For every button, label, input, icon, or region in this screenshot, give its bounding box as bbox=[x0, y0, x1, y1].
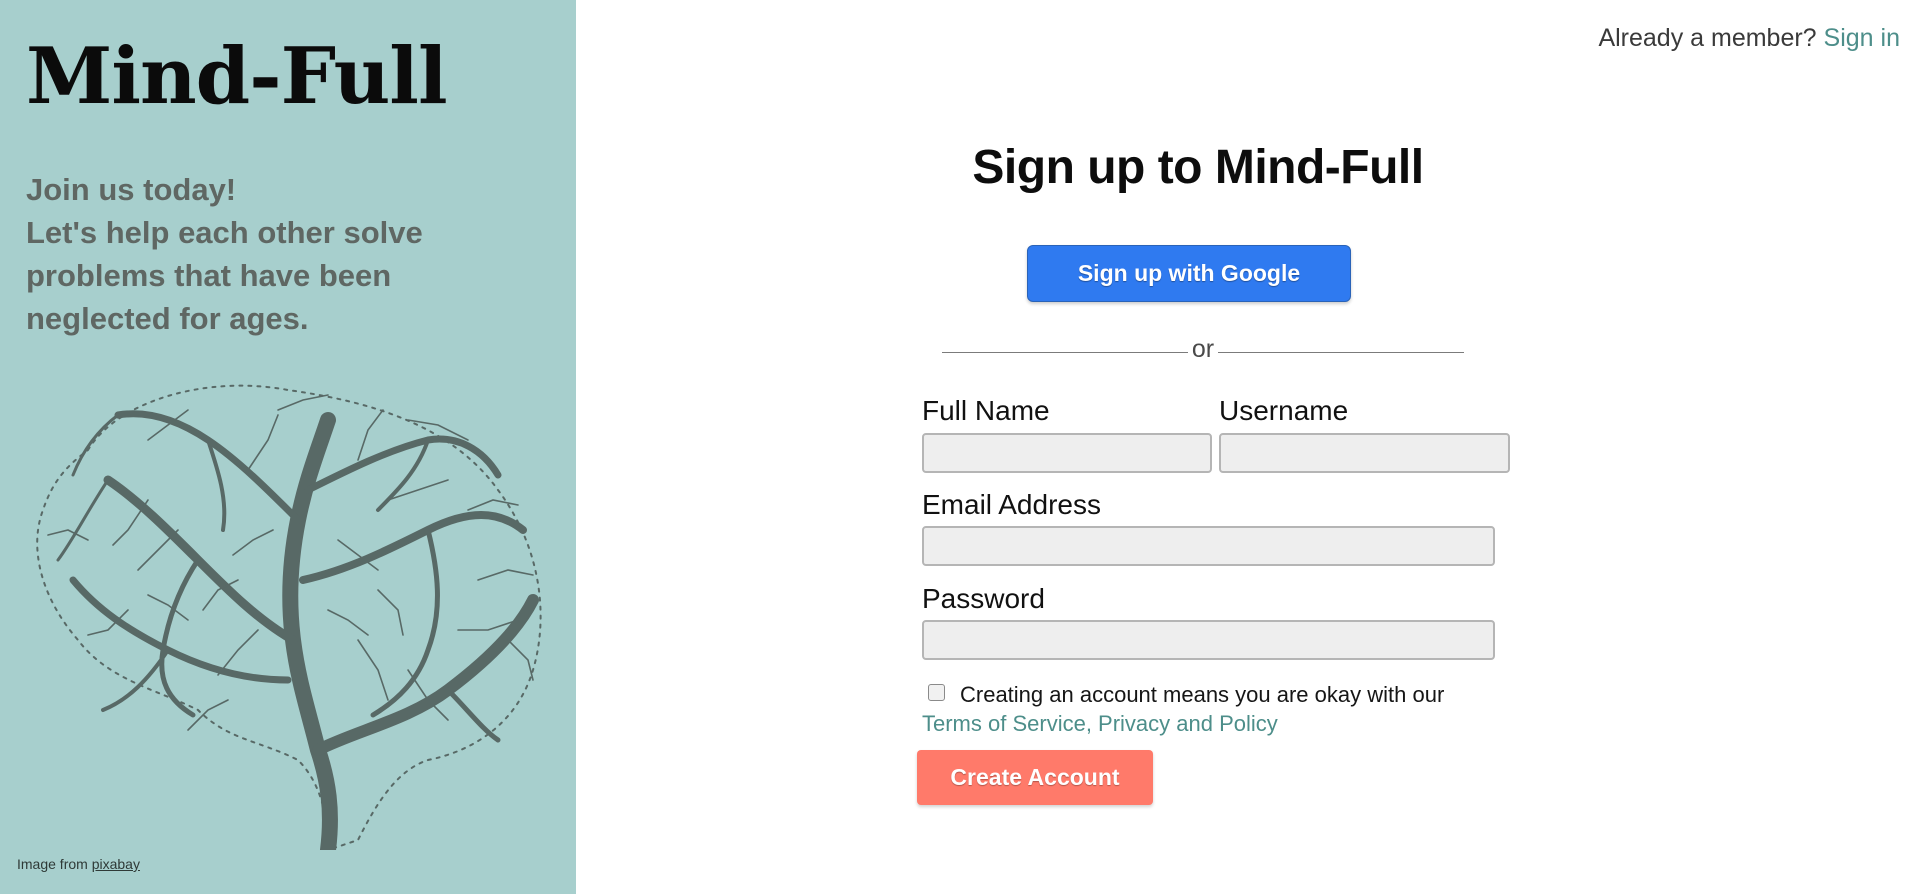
terms-text: Creating an account means you are okay w… bbox=[922, 680, 1492, 738]
full-name-label: Full Name bbox=[922, 395, 1050, 426]
signup-page: Mind-Full Join us today! Let's help each… bbox=[0, 0, 1920, 894]
email-input[interactable] bbox=[922, 526, 1495, 566]
tree-brain-illustration bbox=[36, 384, 542, 850]
terms-link[interactable]: Terms of Service, Privacy and Policy bbox=[922, 711, 1278, 736]
create-account-button[interactable]: Create Account bbox=[917, 750, 1153, 805]
tagline: Join us today! Let's help each other sol… bbox=[26, 168, 446, 340]
or-divider: or bbox=[942, 335, 1464, 369]
image-credit: Image from pixabay bbox=[17, 856, 140, 872]
username-label: Username bbox=[1219, 395, 1349, 426]
terms-prefix: Creating an account means you are okay w… bbox=[960, 682, 1445, 707]
left-hero-panel: Mind-Full Join us today! Let's help each… bbox=[0, 0, 576, 894]
terms-checkbox[interactable] bbox=[928, 684, 945, 701]
username-input[interactable] bbox=[1219, 433, 1510, 473]
password-label: Password bbox=[922, 583, 1045, 614]
form-title: Sign up to Mind-Full bbox=[972, 141, 1424, 194]
divider-line-left bbox=[942, 352, 1188, 353]
full-name-input[interactable] bbox=[922, 433, 1212, 473]
sign-in-link[interactable]: Sign in bbox=[1824, 24, 1900, 52]
divider-text: or bbox=[1191, 335, 1215, 363]
tagline-line-1: Join us today! bbox=[26, 172, 237, 207]
member-prompt: Already a member? Sign in bbox=[1598, 24, 1900, 53]
credit-prefix: Image from bbox=[17, 856, 88, 872]
google-signup-button[interactable]: Sign up with Google bbox=[1027, 245, 1351, 302]
pixabay-link[interactable]: pixabay bbox=[92, 856, 140, 872]
member-prompt-text: Already a member? bbox=[1598, 24, 1817, 52]
tagline-line-2: Let's help each other solve problems tha… bbox=[26, 215, 423, 336]
brand-logo-text: Mind-Full bbox=[26, 31, 448, 122]
email-label: Email Address bbox=[922, 489, 1101, 520]
password-input[interactable] bbox=[922, 620, 1495, 660]
form-title-wrap: Sign up to Mind-Full bbox=[576, 141, 1820, 195]
divider-line-right bbox=[1218, 352, 1464, 353]
